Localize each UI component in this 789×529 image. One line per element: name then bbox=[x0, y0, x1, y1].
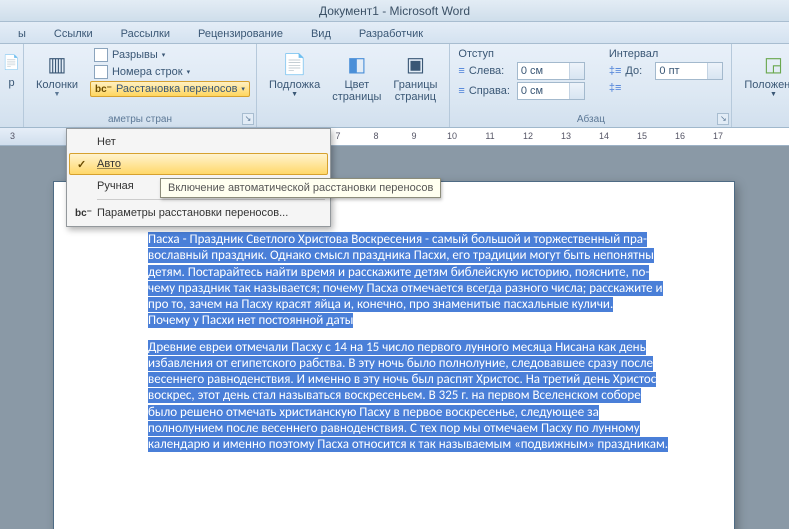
doc-paragraph-1b[interactable]: Почему у Пасхи нет постоянной даты bbox=[148, 313, 353, 328]
indent-left-input[interactable]: 0 см bbox=[517, 62, 585, 80]
indent-left-label: Слева: bbox=[469, 65, 513, 77]
breaks-label: Разрывы bbox=[112, 49, 158, 61]
hyphenation-button[interactable]: bc⁻ Расстановка переносов ▾ bbox=[90, 81, 250, 97]
spacing-before-icon: ‡≡ bbox=[609, 65, 622, 77]
chevron-down-icon: ▾ bbox=[187, 68, 191, 76]
ruler-mark: 8 bbox=[370, 131, 382, 141]
page[interactable]: Пасха - Праздник Светлого Христова Воскр… bbox=[54, 182, 734, 529]
watermark-label: Подложка bbox=[269, 79, 320, 91]
window-title: Документ1 - Microsoft Word bbox=[319, 4, 470, 18]
indent-left-value: 0 см bbox=[521, 65, 543, 77]
page-color-icon: ◧ bbox=[342, 49, 372, 79]
hyphenation-options-icon: bc⁻ bbox=[75, 208, 92, 219]
ruler-mark: 7 bbox=[332, 131, 344, 141]
indent-right-input[interactable]: 0 см bbox=[517, 82, 585, 100]
chevron-down-icon: ▼ bbox=[770, 91, 777, 98]
columns-label: Колонки bbox=[36, 79, 78, 91]
ruler-left-num: 3 bbox=[10, 131, 15, 141]
orientation-icon: 📄 bbox=[0, 47, 27, 77]
watermark-icon: 📄 bbox=[280, 49, 310, 79]
tab-view[interactable]: Вид bbox=[297, 25, 345, 43]
hyphenation-options-label: Параметры расстановки переносов... bbox=[97, 207, 288, 219]
indent-left-icon: ≡ bbox=[458, 65, 464, 77]
spacing-before-label: До: bbox=[625, 65, 651, 77]
tab-mailings[interactable]: Рассылки bbox=[107, 25, 184, 43]
page-color-label: Цвет страницы bbox=[332, 79, 381, 103]
page-color-button[interactable]: ◧ Цвет страницы bbox=[326, 47, 387, 105]
indent-title: Отступ bbox=[456, 47, 586, 61]
tab-review[interactable]: Рецензирование bbox=[184, 25, 297, 43]
breaks-icon bbox=[94, 48, 108, 62]
watermark-button[interactable]: 📄 Подложка ▼ bbox=[263, 47, 326, 100]
ruler-mark: 12 bbox=[522, 131, 534, 141]
spacing-before-input[interactable]: 0 пт bbox=[655, 62, 723, 80]
ruler-mark: 11 bbox=[484, 131, 496, 141]
hyphenation-none-label: Нет bbox=[97, 136, 116, 148]
page-setup-group-label: аметры стран bbox=[30, 113, 250, 125]
page-borders-label: Границы страниц bbox=[393, 79, 437, 103]
position-button[interactable]: ◲ Положение ▼ bbox=[738, 47, 789, 100]
tab-references[interactable]: Ссылки bbox=[40, 25, 107, 43]
doc-paragraph-2[interactable]: Древние евреи отмечали Пасху с 14 на 15 … bbox=[148, 340, 668, 453]
paragraph-dialog-launcher[interactable]: ↘ bbox=[717, 113, 729, 125]
indent-right-label: Справа: bbox=[469, 85, 513, 97]
chevron-down-icon: ▼ bbox=[291, 91, 298, 98]
columns-icon: ▥ bbox=[42, 49, 72, 79]
page-bg-group-label bbox=[263, 124, 443, 125]
indent-right-icon: ≡ bbox=[458, 85, 464, 97]
hyphenation-label: Расстановка переносов bbox=[116, 83, 237, 95]
page-borders-icon: ▣ bbox=[400, 49, 430, 79]
line-numbers-label: Номера строк bbox=[112, 66, 183, 78]
columns-button[interactable]: ▥ Колонки ▼ bbox=[30, 47, 84, 100]
doc-paragraph-1[interactable]: Пасха - Праздник Светлого Христова Воскр… bbox=[148, 232, 663, 312]
line-numbers-icon bbox=[94, 65, 108, 79]
ruler-mark: 15 bbox=[636, 131, 648, 141]
hyphenation-icon: bc⁻ bbox=[95, 84, 112, 95]
hyphenation-options[interactable]: bc⁻ Параметры расстановки переносов... bbox=[69, 202, 328, 224]
ruler-mark: 13 bbox=[560, 131, 572, 141]
breaks-button[interactable]: Разрывы ▾ bbox=[90, 47, 250, 63]
orientation-button[interactable]: 📄 р bbox=[0, 47, 27, 89]
hyphenation-auto[interactable]: Авто bbox=[69, 153, 328, 175]
ruler-mark: 16 bbox=[674, 131, 686, 141]
ruler-mark: 10 bbox=[446, 131, 458, 141]
ruler-mark: 17 bbox=[712, 131, 724, 141]
page-setup-dialog-launcher[interactable]: ↘ bbox=[242, 113, 254, 125]
hyphenation-none[interactable]: Нет bbox=[69, 131, 328, 153]
chevron-down-icon: ▾ bbox=[162, 51, 166, 59]
spacing-before-value: 0 пт bbox=[659, 65, 679, 77]
tooltip: Включение автоматической расстановки пер… bbox=[160, 178, 441, 198]
titlebar: Документ1 - Microsoft Word bbox=[0, 0, 789, 22]
document-body[interactable]: Пасха - Праздник Светлого Христова Воскр… bbox=[148, 232, 670, 453]
ribbon-tabs: ы Ссылки Рассылки Рецензирование Вид Раз… bbox=[0, 22, 789, 44]
position-label: Положение bbox=[744, 79, 789, 91]
hyphenation-manual-label: Ручная bbox=[97, 180, 134, 192]
tab-developer[interactable]: Разработчик bbox=[345, 25, 437, 43]
chevron-down-icon: ▼ bbox=[54, 91, 61, 98]
tab-partial[interactable]: ы bbox=[4, 25, 40, 43]
ruler-mark: 9 bbox=[408, 131, 420, 141]
chevron-down-icon: ▾ bbox=[241, 85, 245, 93]
position-icon: ◲ bbox=[758, 49, 788, 79]
spacing-title: Интервал bbox=[607, 47, 726, 61]
spacing-after-icon: ‡≡ bbox=[609, 82, 622, 94]
paragraph-group-label: Абзац bbox=[456, 113, 725, 125]
page-borders-button[interactable]: ▣ Границы страниц bbox=[387, 47, 443, 105]
dropdown-separator bbox=[97, 199, 325, 200]
hyphenation-auto-label: Авто bbox=[97, 158, 121, 170]
orientation-label: р bbox=[8, 77, 14, 89]
ribbon: 📄 р ▥ Колонки ▼ Разрывы ▾ Номера строк bbox=[0, 44, 789, 128]
line-numbers-button[interactable]: Номера строк ▾ bbox=[90, 64, 250, 80]
tooltip-text: Включение автоматической расстановки пер… bbox=[168, 182, 433, 194]
indent-right-value: 0 см bbox=[521, 85, 543, 97]
ruler-mark: 14 bbox=[598, 131, 610, 141]
